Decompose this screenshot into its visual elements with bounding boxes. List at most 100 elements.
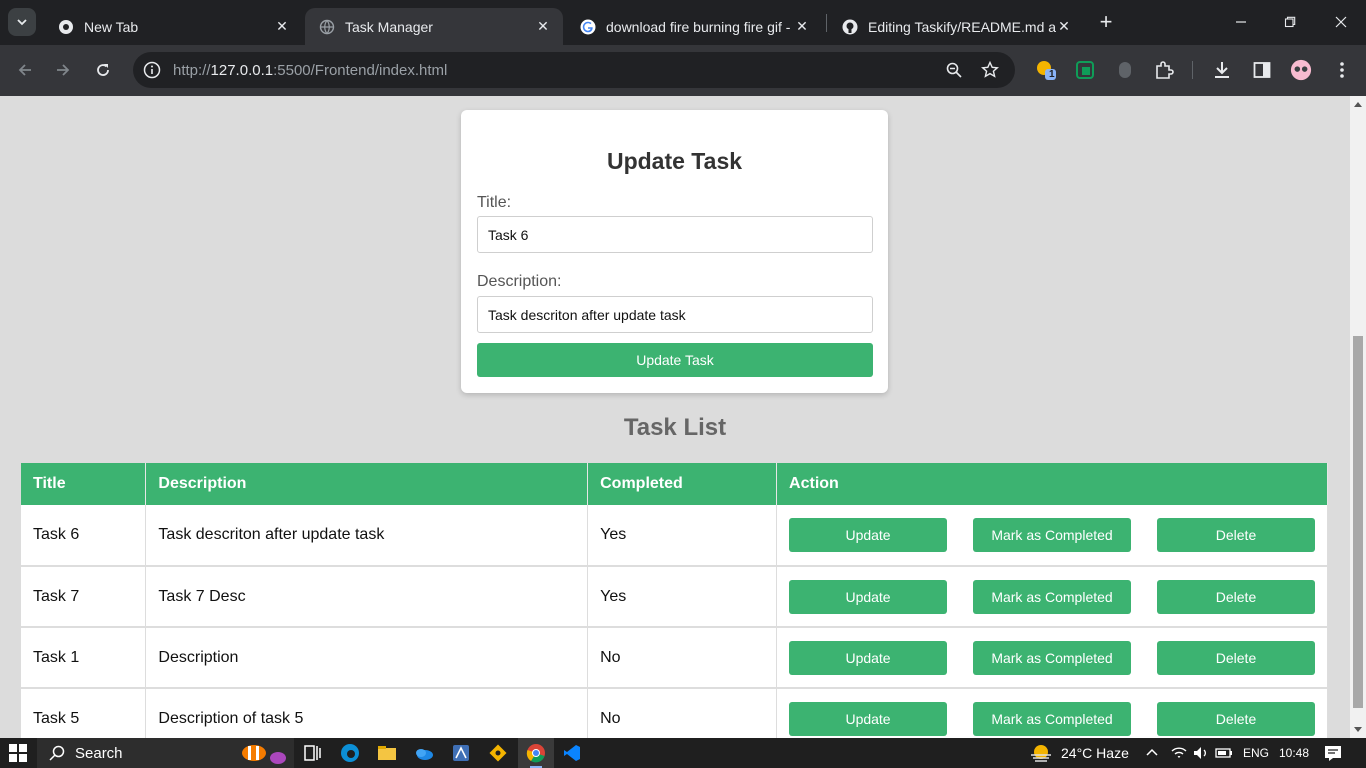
side-panel-icon [1253,62,1271,78]
tab-separator [826,14,827,32]
extension-mouse-button[interactable] [1114,59,1136,81]
page-scrollbar[interactable] [1350,96,1366,738]
file-explorer-icon[interactable] [377,743,397,763]
tab-google-search[interactable]: download fire burning fire gif - ✕ [566,8,822,45]
table-row: Task 7 Task 7 Desc Yes Update Mark as Co… [21,566,1328,628]
delete-button[interactable]: Delete [1157,518,1315,552]
zoom-icon[interactable] [945,61,963,79]
delete-button[interactable]: Delete [1157,579,1315,614]
description-input[interactable]: Task descriton after update task [477,296,873,333]
url-path: :5500/Frontend/index.html [273,62,448,79]
extension-green-button[interactable] [1074,59,1096,81]
table-row: Task 1 Description No Update Mark as Com… [21,627,1328,689]
chrome-icon [59,19,73,34]
address-bar[interactable]: http://127.0.0.1:5500/Frontend/index.htm… [133,52,1015,88]
more-vert-icon [1340,62,1344,78]
chevron-up-icon[interactable] [1145,743,1159,763]
scrollbar-thumb[interactable] [1353,336,1363,708]
extension-weather-button[interactable]: 1 [1035,59,1057,81]
task-actions: Update Mark as Completed Delete [776,627,1328,689]
restore-button[interactable] [1267,8,1313,36]
scroll-down-icon[interactable] [1354,727,1362,732]
tab-task-manager[interactable]: Task Manager ✕ [305,8,563,45]
description-label: Description: [477,273,562,290]
update-task-form: Update Task Title: Task 6 Description: T… [461,110,888,393]
close-tab-icon[interactable]: ✕ [1056,18,1072,35]
title-input[interactable]: Task 6 [477,216,873,253]
task-completed: Yes [587,566,778,628]
url-host: 127.0.0.1 [210,62,274,79]
close-icon [1335,16,1347,28]
volume-icon[interactable] [1192,743,1210,763]
delete-button[interactable]: Delete [1157,640,1315,675]
battery-icon[interactable] [1215,743,1233,763]
tab-github[interactable]: Editing Taskify/README.md at m ✕ [828,8,1084,45]
windows-start-icon[interactable] [9,744,27,762]
edge-icon[interactable] [340,743,360,763]
task-title: Task 1 [21,627,147,689]
chrome-icon [526,744,545,763]
downloads-button[interactable] [1211,59,1233,81]
mark-completed-button[interactable]: Mark as Completed [973,640,1132,675]
minimize-button[interactable] [1218,8,1264,36]
chrome-taskbar-button[interactable] [518,738,554,768]
column-header-action: Action [776,463,1328,505]
task-list-heading: Task List [623,414,727,441]
table-header-row: Title Description Completed Action [21,463,1328,505]
delete-button[interactable]: Delete [1157,701,1315,736]
chevron-down-icon [17,19,27,26]
wifi-icon[interactable] [1170,743,1188,763]
extensions-button[interactable] [1153,59,1175,81]
side-panel-button[interactable] [1251,59,1273,81]
git-icon[interactable] [488,743,508,763]
browser-menu-button[interactable] [1331,59,1353,81]
profile-avatar-button[interactable] [1290,59,1312,81]
close-tab-icon[interactable]: ✕ [535,18,551,35]
task-view-icon[interactable] [302,743,322,763]
app-blue-icon[interactable] [451,743,471,763]
tab-search-button[interactable] [8,8,36,36]
new-tab-button[interactable]: + [1096,11,1116,33]
bookmark-star-icon[interactable] [981,61,999,79]
title-label: Title: [477,194,512,211]
google-icon [580,19,596,34]
taskbar-search-box[interactable]: Search [37,738,294,768]
weather-haze-icon[interactable] [1029,743,1053,763]
back-button[interactable] [12,57,38,83]
task-description: Description [145,627,589,689]
close-window-button[interactable] [1318,8,1364,36]
task-completed: No [587,627,778,689]
mark-completed-button[interactable]: Mark as Completed [973,518,1132,552]
browser-toolbar: http://127.0.0.1:5500/Frontend/index.htm… [0,45,1366,96]
update-button[interactable]: Update [789,640,948,675]
language-indicator[interactable]: ENG [1243,746,1269,760]
site-info-icon[interactable] [143,61,161,79]
tab-label: Task Manager [345,18,433,35]
task-description: Task descriton after update task [145,505,589,567]
url-text[interactable]: http://127.0.0.1:5500/Frontend/index.htm… [173,62,447,79]
update-button[interactable]: Update [789,579,948,614]
mark-completed-button[interactable]: Mark as Completed [973,579,1132,614]
onedrive-icon[interactable] [414,743,434,763]
update-button[interactable]: Update [789,701,948,736]
tab-new-tab[interactable]: New Tab ✕ [44,8,302,45]
clock-time[interactable]: 10:48 [1279,746,1309,760]
update-button[interactable]: Update [789,518,948,552]
globe-icon [319,19,335,34]
mark-completed-button[interactable]: Mark as Completed [973,701,1132,736]
close-tab-icon[interactable]: ✕ [274,18,290,35]
browser-tab-strip: New Tab ✕ Task Manager ✕ download fire b… [0,0,1366,45]
notifications-icon[interactable] [1324,743,1342,763]
reload-button[interactable] [90,57,116,83]
column-header-title: Title [21,463,147,505]
scroll-up-icon[interactable] [1354,102,1362,107]
taskbar-search-label: Search [75,744,123,762]
vscode-icon[interactable] [562,743,582,763]
task-actions: Update Mark as Completed Delete [776,688,1328,738]
close-tab-icon[interactable]: ✕ [794,18,810,35]
forward-button[interactable] [50,57,76,83]
weather-text[interactable]: 24°C Haze [1061,745,1129,761]
update-task-submit-button[interactable]: Update Task [477,343,873,377]
table-row: Task 5 Description of task 5 No Update M… [21,688,1328,738]
mouse-icon [1119,62,1131,78]
